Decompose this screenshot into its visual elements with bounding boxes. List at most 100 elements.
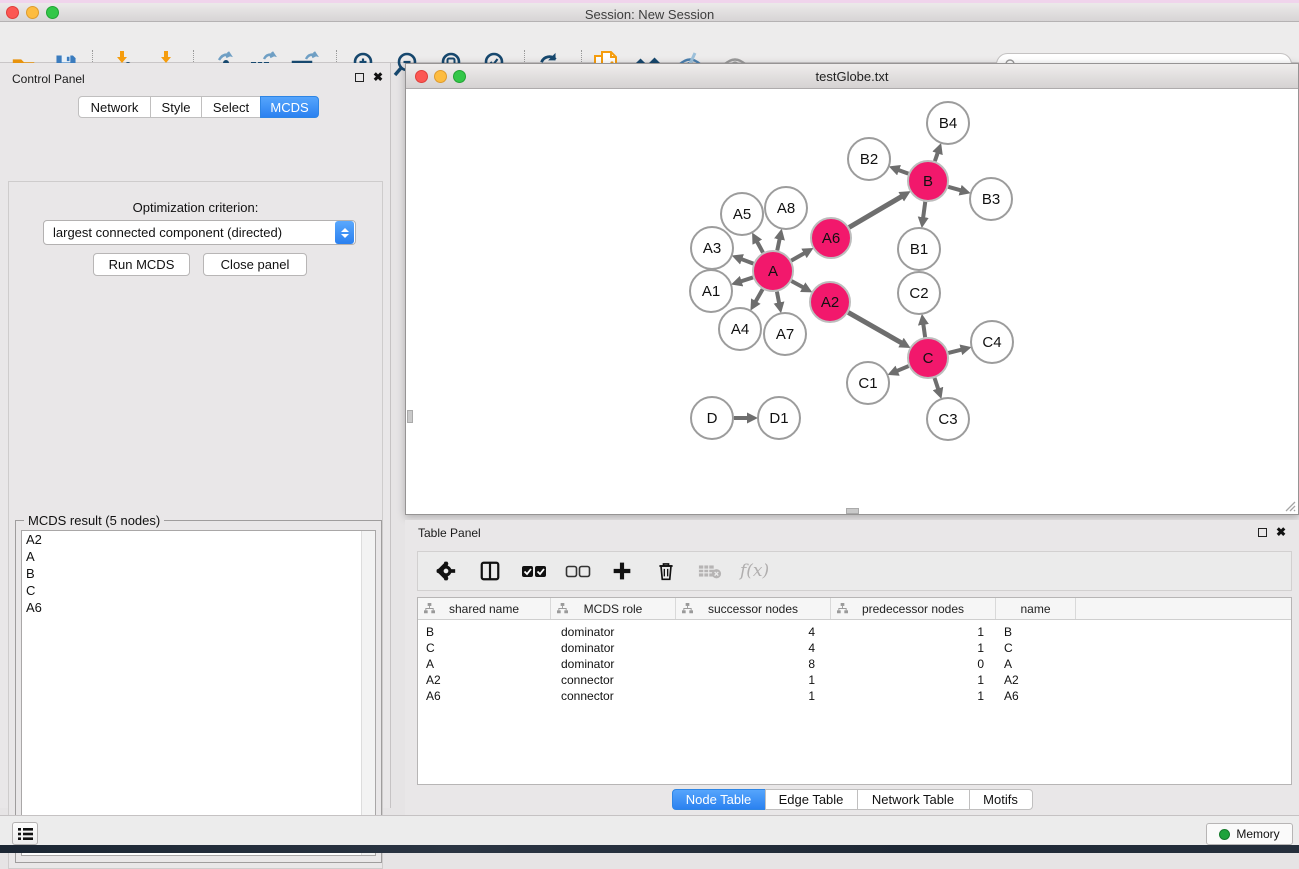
table-row[interactable]: Adominator80A <box>418 656 1291 672</box>
memory-status-icon <box>1219 829 1230 840</box>
memory-button[interactable]: Memory <box>1206 823 1293 845</box>
mcds-result-item[interactable]: B <box>22 565 375 582</box>
close-panel-icon[interactable]: ✖ <box>1276 527 1286 537</box>
tab-node-table[interactable]: Node Table <box>672 789 766 810</box>
select-all-rows-icon[interactable] <box>520 557 548 585</box>
graph-node-A3[interactable]: A3 <box>691 227 733 269</box>
table-cell: dominator <box>551 625 676 639</box>
graph-node-label: B2 <box>860 151 878 168</box>
float-panel-icon[interactable] <box>1258 528 1267 537</box>
graph-node-B4[interactable]: B4 <box>927 102 969 144</box>
column-header-shared-name[interactable]: shared name <box>418 598 551 619</box>
table-cell: C <box>996 641 1076 655</box>
graph-node-B3[interactable]: B3 <box>970 178 1012 220</box>
tab-mcds[interactable]: MCDS <box>260 96 319 118</box>
graph-node-label: B4 <box>939 115 957 132</box>
column-visibility-icon[interactable] <box>476 557 504 585</box>
mcds-result-list[interactable]: A2ABCA6 <box>21 530 376 856</box>
graph-node-A6[interactable]: A6 <box>811 218 851 258</box>
graph-node-D1[interactable]: D1 <box>758 397 800 439</box>
table-row[interactable]: A2connector11A2 <box>418 672 1291 688</box>
tab-edge-table[interactable]: Edge Table <box>765 789 858 810</box>
mcds-result-item[interactable]: C <box>22 582 375 599</box>
graph-node-C4[interactable]: C4 <box>971 321 1013 363</box>
graph-edge-C-C4[interactable] <box>948 350 962 353</box>
control-panel-title: Control Panel <box>12 72 85 86</box>
tab-select[interactable]: Select <box>201 96 261 118</box>
tab-style[interactable]: Style <box>150 96 202 118</box>
graph-node-A[interactable]: A <box>753 251 793 291</box>
tab-motifs[interactable]: Motifs <box>969 789 1033 810</box>
network-canvas[interactable]: B4 B2 B B3 A5A8A6 A3 A B1 A1 A2 C2 A4A7 C4 C C1 D D1 C3 <box>406 89 1298 514</box>
memory-label: Memory <box>1236 827 1279 841</box>
graph-edge-A-A5[interactable] <box>757 241 763 252</box>
graph-node-B2[interactable]: B2 <box>848 138 890 180</box>
tab-network-table[interactable]: Network Table <box>857 789 970 810</box>
deselect-all-rows-icon[interactable] <box>564 557 592 585</box>
table-row[interactable]: Bdominator41B <box>418 624 1291 640</box>
scrollbar-track[interactable] <box>361 531 375 855</box>
function-builder-icon[interactable]: f(x) <box>740 561 769 581</box>
close-panel-icon[interactable]: ✖ <box>373 72 383 82</box>
mcds-result-item[interactable]: A2 <box>22 531 375 548</box>
run-mcds-button[interactable]: Run MCDS <box>93 253 190 276</box>
optimization-criterion-select[interactable]: largest connected component (directed) <box>43 220 356 245</box>
table-row[interactable]: Cdominator41C <box>418 640 1291 656</box>
mcds-result-item[interactable]: A <box>22 548 375 565</box>
control-panel: Control Panel ✖ Network Style Select MCD… <box>0 63 391 808</box>
graph-edge-A-A8[interactable] <box>777 238 779 250</box>
graph-node-A7[interactable]: A7 <box>764 313 806 355</box>
graph-edge-A-A6[interactable] <box>791 253 805 261</box>
graph-node-label: A <box>768 263 778 280</box>
column-header-successor-nodes[interactable]: successor nodes <box>676 598 831 619</box>
mcds-result-group: MCDS result (5 nodes) A2ABCA6 <box>15 520 382 863</box>
graph-node-A1[interactable]: A1 <box>690 270 732 312</box>
graph-edge-A2-C[interactable] <box>848 312 902 343</box>
float-panel-icon[interactable] <box>355 73 364 82</box>
create-column-icon[interactable] <box>608 557 636 585</box>
canvas-vertical-scrollbar[interactable] <box>407 410 413 423</box>
main-toolbar <box>0 22 1299 63</box>
column-header-predecessor-nodes[interactable]: predecessor nodes <box>831 598 996 619</box>
graph-node-C1[interactable]: C1 <box>847 362 889 404</box>
graph-node-C2[interactable]: C2 <box>898 272 940 314</box>
graph-edge-B-B2[interactable] <box>898 170 908 174</box>
graph-edge-A-A2[interactable] <box>791 281 803 288</box>
graph-node-C[interactable]: C <box>908 338 948 378</box>
delete-columns-icon[interactable] <box>652 557 680 585</box>
tab-network[interactable]: Network <box>78 96 151 118</box>
graph-node-D[interactable]: D <box>691 397 733 439</box>
graph-edge-A-A1[interactable] <box>741 277 754 281</box>
graph-edge-A-A4[interactable] <box>755 289 762 302</box>
graph-node-A2[interactable]: A2 <box>810 282 850 322</box>
column-header-mcds-role[interactable]: MCDS role <box>551 598 676 619</box>
table-row[interactable]: A6connector11A6 <box>418 688 1291 704</box>
graph-edge-A-A7[interactable] <box>777 292 779 304</box>
table-options-icon[interactable] <box>432 557 460 585</box>
graph-node-B[interactable]: B <box>908 161 948 201</box>
delete-table-icon[interactable] <box>696 557 724 585</box>
graph-node-B1[interactable]: B1 <box>898 228 940 270</box>
graph-edge-C-C1[interactable] <box>897 366 909 371</box>
graph-node-A4[interactable]: A4 <box>719 308 761 350</box>
mcds-result-item[interactable]: A6 <box>22 599 375 616</box>
graph-edge-B-B3[interactable] <box>948 187 961 191</box>
close-panel-button[interactable]: Close panel <box>203 253 307 276</box>
column-header-name[interactable]: name <box>996 598 1076 619</box>
graph-edge-B-B4[interactable] <box>935 152 938 161</box>
network-window-title: testGlobe.txt <box>406 69 1298 84</box>
table-cell: connector <box>551 689 676 703</box>
graph-edge-C-C2[interactable] <box>923 324 925 337</box>
graph-node-C3[interactable]: C3 <box>927 398 969 440</box>
optimization-criterion-label: Optimization criterion: <box>9 200 382 215</box>
task-history-button[interactable] <box>12 822 38 845</box>
graph-edge-A-A3[interactable] <box>741 259 753 264</box>
graph-edge-B-B1[interactable] <box>923 202 925 218</box>
graph-edge-C-C3[interactable] <box>935 378 939 390</box>
graph-node-A5[interactable]: A5 <box>721 193 763 235</box>
app-title: Session: New Session <box>0 7 1299 22</box>
graph-node-A8[interactable]: A8 <box>765 187 807 229</box>
canvas-horizontal-scrollbar[interactable] <box>846 508 859 514</box>
resize-grip-icon[interactable] <box>1282 498 1296 512</box>
graph-edge-A6-B[interactable] <box>849 196 902 227</box>
